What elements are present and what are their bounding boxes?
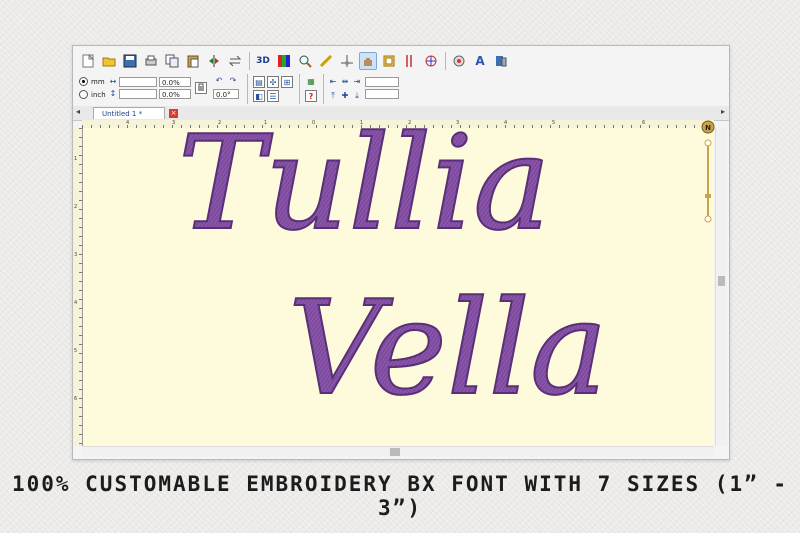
copy-icon[interactable] xyxy=(163,52,181,70)
ruler-top-number: 1 xyxy=(264,120,268,126)
view-3d-button[interactable]: 3D xyxy=(254,52,272,70)
embroidery-design[interactable]: Tullia Vella xyxy=(83,128,714,446)
flip-icon[interactable] xyxy=(226,52,244,70)
tab-untitled-1[interactable]: Untitled 1 * × xyxy=(93,107,178,119)
ruler-top-number: 2 xyxy=(218,120,222,126)
properties-icon[interactable]: ▦ xyxy=(305,76,317,88)
align-center-h-icon[interactable]: ⇹ xyxy=(339,76,351,88)
spacing-field-h[interactable] xyxy=(365,77,399,87)
ruler-left-number: 5 xyxy=(74,348,78,354)
needle-icon[interactable] xyxy=(401,52,419,70)
ruler-left-number: 3 xyxy=(74,252,78,258)
align-bottom-icon[interactable]: ⤓ xyxy=(351,90,363,102)
toolbar-separator xyxy=(247,74,248,104)
mirror-icon[interactable] xyxy=(205,52,223,70)
promo-caption: 100% CUSTOMABLE EMBROIDERY BX FONT WITH … xyxy=(11,472,789,520)
zoom-control: N xyxy=(701,118,715,228)
width-field[interactable] xyxy=(119,77,157,87)
unit-mm-radio[interactable] xyxy=(79,77,88,86)
toolbar-separator xyxy=(249,52,250,70)
align-group-icon[interactable]: ▤ xyxy=(253,76,265,88)
tab-title: Untitled 1 * xyxy=(102,110,143,118)
measure-icon[interactable] xyxy=(317,52,335,70)
rotate-left-icon[interactable]: ↶ xyxy=(213,75,225,87)
main-toolbar: 3D A xyxy=(79,50,513,72)
zoom-icon[interactable] xyxy=(296,52,314,70)
ruler-top-number: 3 xyxy=(172,120,176,126)
toolbar-separator xyxy=(299,74,300,104)
spacing-field-v[interactable] xyxy=(365,89,399,99)
stitch-tool-icon[interactable] xyxy=(338,52,356,70)
ruler-top-number: 3 xyxy=(456,120,460,126)
half-fill-icon[interactable]: ◧ xyxy=(253,90,265,102)
embroidered-last-name[interactable]: Vella xyxy=(287,271,609,425)
ruler-top-number: 5 xyxy=(552,120,556,126)
settings-gear-icon[interactable] xyxy=(450,52,468,70)
tab-scroll-right-icon[interactable]: ▸ xyxy=(721,107,725,116)
align-right-icon[interactable]: ⇥ xyxy=(351,76,363,88)
center-icon[interactable]: ✣ xyxy=(267,76,279,88)
print-icon[interactable] xyxy=(142,52,160,70)
units-group: mm inch xyxy=(79,74,106,100)
rotation-field[interactable]: 0.0° xyxy=(213,89,239,99)
ruler-left-number: 6 xyxy=(74,396,78,402)
align-top-icon[interactable]: ⤒ xyxy=(327,90,339,102)
height-percent-field[interactable]: 0.0% xyxy=(159,89,191,99)
design-canvas[interactable]: Tullia Vella xyxy=(83,128,714,446)
tab-scroll-left-icon[interactable]: ◂ xyxy=(76,107,80,116)
document-tabbar: ◂ Untitled 1 * × ▸ xyxy=(73,106,729,121)
embroidery-app-window: 3D A mm inch ↔ ↕ 0.0% 0.0% ↶ ↷ 0.0° ▤ ✣ … xyxy=(72,45,730,460)
toolbar-separator xyxy=(445,52,446,70)
save-icon[interactable] xyxy=(121,52,139,70)
align-center-v-icon[interactable]: ✚ xyxy=(339,90,351,102)
paste-icon[interactable] xyxy=(184,52,202,70)
height-field[interactable] xyxy=(119,89,157,99)
unit-inch-radio[interactable] xyxy=(79,90,88,99)
toolbar-separator xyxy=(323,74,324,104)
horizontal-scroll-thumb[interactable] xyxy=(390,448,400,456)
rotate-right-icon[interactable]: ↷ xyxy=(227,75,239,87)
width-arrow-icon: ↔ xyxy=(109,77,117,86)
ruler-top-number: 0 xyxy=(312,120,316,126)
tab-close-icon[interactable]: × xyxy=(169,109,178,118)
open-folder-icon[interactable] xyxy=(100,52,118,70)
new-file-icon[interactable] xyxy=(79,52,97,70)
distribute-icon[interactable]: ☰ xyxy=(267,90,279,102)
color-palette-icon[interactable] xyxy=(275,52,293,70)
hoop-icon[interactable] xyxy=(380,52,398,70)
text-properties-icon[interactable] xyxy=(492,52,510,70)
ruler-top-number: 4 xyxy=(126,120,130,126)
lock-ratio-icon[interactable] xyxy=(195,82,207,94)
width-percent-field[interactable]: 0.0% xyxy=(159,77,191,87)
ruler-top-number: 6 xyxy=(642,120,646,126)
ruler-top-number: 4 xyxy=(504,120,508,126)
height-arrow-icon: ↕ xyxy=(109,89,117,98)
vertical-scrollbar[interactable] xyxy=(715,128,727,446)
embroidered-first-name[interactable]: Tullia xyxy=(177,128,552,260)
vertical-scroll-thumb[interactable] xyxy=(718,276,725,286)
wheel-icon[interactable] xyxy=(422,52,440,70)
text-tool-icon[interactable]: A xyxy=(471,52,489,70)
ruler-left-number: 2 xyxy=(74,204,78,210)
help-icon[interactable]: ? xyxy=(305,90,317,102)
align-left-icon[interactable]: ⇤ xyxy=(327,76,339,88)
ruler-top-number: 2 xyxy=(408,120,412,126)
ruler-left: 1 2 3 4 5 6 xyxy=(73,128,83,446)
hand-pan-icon[interactable] xyxy=(359,52,377,70)
compass-north-label: N xyxy=(705,124,711,132)
fit-icon[interactable]: ⊞ xyxy=(281,76,293,88)
unit-inch-label: inch xyxy=(91,90,106,99)
ruler-left-number: 1 xyxy=(74,156,78,162)
horizontal-scrollbar[interactable] xyxy=(82,446,714,457)
properties-toolbar: mm inch ↔ ↕ 0.0% 0.0% ↶ ↷ 0.0° ▤ ✣ ⊞ ◧ ☰… xyxy=(77,74,717,108)
ruler-left-number: 4 xyxy=(74,300,78,306)
ruler-top-number: 1 xyxy=(360,120,364,126)
unit-mm-label: mm xyxy=(91,77,105,86)
